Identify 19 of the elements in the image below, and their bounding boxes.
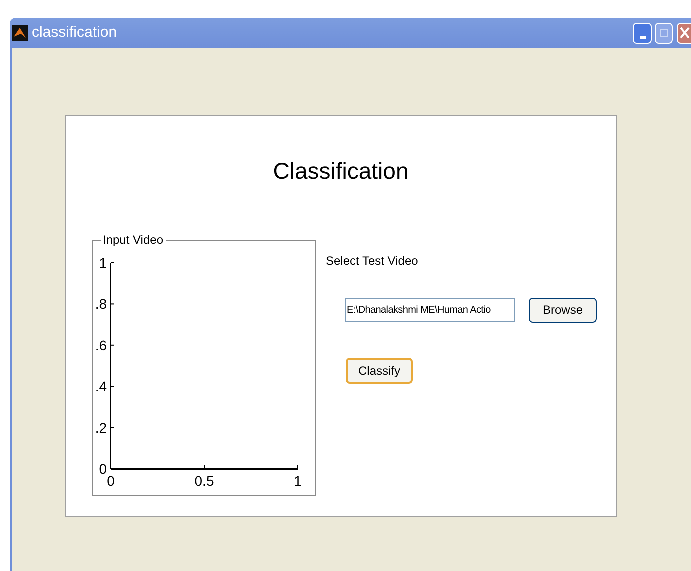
maximize-button[interactable] [655,22,673,44]
y-tick-label: .8 [95,296,107,312]
x-tick-label: 0.5 [194,472,214,488]
y-tick-label: .6 [95,336,107,353]
y-tick-label: .4 [95,378,107,394]
x-tick-label: 0 [107,472,115,488]
x-tick-label: 1 [294,472,302,488]
minimize-button[interactable] [633,22,652,44]
y-tick-label: 1 [99,254,107,270]
path-field[interactable]: E:\Dhanalakshmi ME\Human Actio [345,298,515,322]
app-icon [12,25,28,41]
browse-button[interactable]: Browse [529,298,597,322]
select-label: Select Test Video [326,252,420,270]
close-button[interactable] [677,22,691,44]
heading: Classification [272,157,410,186]
window-title: classification [32,22,118,43]
y-tick-label: .2 [95,419,107,436]
classify-button[interactable]: Classify [346,358,413,384]
y-tick-label: 0 [99,460,107,476]
